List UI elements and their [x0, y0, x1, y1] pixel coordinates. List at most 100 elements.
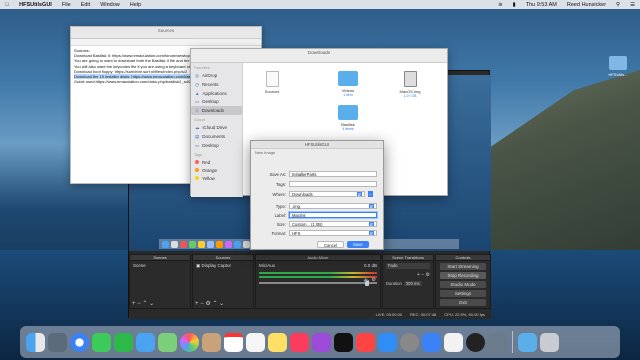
xcode-icon[interactable]: [422, 332, 441, 352]
desktop-icon: ▭: [195, 142, 200, 148]
menu-app-name[interactable]: HFSUtilsGUI: [14, 2, 57, 8]
messages-icon[interactable]: [92, 332, 111, 352]
duration-input[interactable]: 300 ms: [403, 281, 422, 286]
reminders-icon[interactable]: [246, 332, 265, 352]
menu-edit[interactable]: Edit: [76, 2, 95, 8]
remove-scene-icon[interactable]: −: [137, 301, 141, 307]
mixer-settings-icon[interactable]: ⚙: [372, 277, 376, 283]
stop-recording-button[interactable]: Stop Recording: [440, 272, 486, 279]
apple-icon[interactable]: : [0, 2, 14, 8]
menu-clock[interactable]: Thu 9:53 AM: [521, 2, 562, 8]
music-icon[interactable]: [290, 332, 309, 352]
exit-button[interactable]: Exit: [440, 299, 486, 306]
transition-select[interactable]: Fade: [386, 263, 430, 269]
sidebar-tag-red[interactable]: Red: [191, 158, 242, 166]
source-item[interactable]: ▣ Display Captur: [193, 261, 253, 271]
downloads-stack-icon[interactable]: [518, 332, 537, 352]
menu-user[interactable]: Reed Hunsicker: [562, 2, 611, 8]
file-sources[interactable]: Sources: [255, 71, 289, 94]
hfsutils-gui-icon[interactable]: [488, 332, 507, 352]
spotlight-icon[interactable]: ⚲: [611, 2, 625, 8]
source-up-icon[interactable]: ⌃: [212, 301, 217, 307]
menu-help[interactable]: Help: [125, 2, 146, 8]
tags-input[interactable]: [289, 181, 377, 187]
safari-icon[interactable]: [70, 332, 89, 352]
source-settings-icon[interactable]: ⚙: [205, 301, 210, 307]
facetime-icon[interactable]: [114, 332, 133, 352]
sidebar-tag-orange[interactable]: Orange: [191, 166, 242, 174]
maps-icon[interactable]: [158, 332, 177, 352]
file-basilisk[interactable]: Basilisk 4 items: [331, 105, 365, 131]
where-select[interactable]: Downloads ⇵: [289, 191, 365, 197]
save-as-input[interactable]: InstallerParts: [289, 171, 377, 177]
clock-icon: ◷: [195, 81, 199, 87]
desktop-file-icon[interactable]: HFSUtils...: [604, 56, 632, 77]
file-macos-img[interactable]: MacOS.img 1.07 GB: [393, 71, 427, 98]
remove-transition-icon[interactable]: −: [421, 272, 424, 278]
sidebar-item-recents[interactable]: ◷ Recents: [191, 80, 242, 89]
cancel-button[interactable]: Cancel: [317, 241, 345, 248]
sidebar-item-downloads[interactable]: ⇩ Downloads: [191, 106, 242, 115]
text-document-icon: [265, 71, 279, 87]
add-transition-icon[interactable]: +: [417, 272, 420, 278]
speaker-icon[interactable]: 🔈: [364, 277, 370, 283]
sidebar-label: Yellow: [202, 175, 215, 181]
finder-icon[interactable]: [26, 332, 45, 352]
save-button[interactable]: Save: [347, 241, 369, 248]
contacts-icon[interactable]: [202, 332, 221, 352]
trash-icon[interactable]: [540, 332, 559, 352]
sources-panel: Sources ▣ Display Captur + − ⚙ ⌃ ⌄: [192, 254, 254, 309]
monitor-icon: ▣: [196, 263, 201, 268]
scene-up-icon[interactable]: ⌃: [142, 301, 147, 307]
size-label: Size:: [276, 221, 286, 227]
scene-down-icon[interactable]: ⌄: [149, 301, 154, 307]
launchpad-icon[interactable]: [48, 332, 67, 352]
battery-icon[interactable]: ▮: [508, 2, 521, 8]
menu-window[interactable]: Window: [95, 2, 125, 8]
scene-item[interactable]: Scene: [130, 261, 190, 270]
file-videos[interactable]: Videos 1 item: [331, 71, 365, 97]
mixer-track: Mic/Aux 0.0 dB: [256, 261, 380, 270]
where-label: Where:: [272, 191, 287, 197]
sidebar-item-desktop[interactable]: ▭ Desktop: [191, 97, 242, 106]
sidebar-item-airdrop[interactable]: ◎ AirDrop: [191, 71, 242, 80]
size-select[interactable]: Custom... (1.0B) ⇵: [289, 221, 377, 227]
textedit-icon[interactable]: [444, 332, 463, 352]
obs-icon[interactable]: [466, 332, 485, 352]
app-store-icon[interactable]: [378, 332, 397, 352]
transition-settings-icon[interactable]: ⚙: [426, 272, 430, 278]
start-streaming-button[interactable]: Start Streaming: [440, 263, 486, 270]
system-preferences-icon[interactable]: [400, 332, 419, 352]
add-source-icon[interactable]: +: [195, 301, 199, 307]
format-value: HFS: [292, 231, 301, 236]
sidebar-tag-yellow[interactable]: Yellow: [191, 174, 242, 182]
mail-icon[interactable]: [136, 332, 155, 352]
type-select[interactable]: .img ⇵: [289, 203, 377, 209]
label-input[interactable]: MacIns: [289, 212, 377, 218]
sidebar-label: AirDrop: [201, 73, 218, 78]
tv-icon[interactable]: [334, 332, 353, 352]
menu-file[interactable]: File: [57, 2, 76, 8]
sidebar-item-icloud-drive[interactable]: ☁ iCloud Drive: [191, 123, 242, 132]
sidebar-item-documents[interactable]: ▤ Documents: [191, 132, 242, 141]
sidebar-item-applications[interactable]: ▲ Applications: [191, 89, 242, 97]
wifi-icon[interactable]: ≋: [493, 2, 508, 8]
news-icon[interactable]: [356, 332, 375, 352]
volume-slider[interactable]: [259, 280, 377, 286]
podcasts-icon[interactable]: [312, 332, 331, 352]
source-down-icon[interactable]: ⌄: [219, 301, 224, 307]
expand-icon[interactable]: ⌄: [368, 191, 373, 197]
settings-button[interactable]: Settings: [440, 290, 486, 297]
studio-mode-button[interactable]: Studio Mode: [440, 281, 486, 288]
new-image-dialog: HFSUtilsGUI New Image Save As: Installer…: [250, 140, 384, 250]
source-item-label: Display Captur: [201, 263, 232, 268]
format-select[interactable]: HFS ⇵: [289, 230, 377, 236]
sidebar-item-icloud-desktop[interactable]: ▭ Desktop: [191, 141, 242, 150]
control-center-icon[interactable]: ☰: [625, 2, 640, 8]
add-scene-icon[interactable]: +: [132, 301, 136, 307]
download-icon: ⇩: [195, 107, 199, 113]
notes-icon[interactable]: [268, 332, 287, 352]
photos-icon[interactable]: [180, 332, 199, 352]
calendar-icon[interactable]: [224, 332, 243, 352]
remove-source-icon[interactable]: −: [200, 301, 204, 307]
